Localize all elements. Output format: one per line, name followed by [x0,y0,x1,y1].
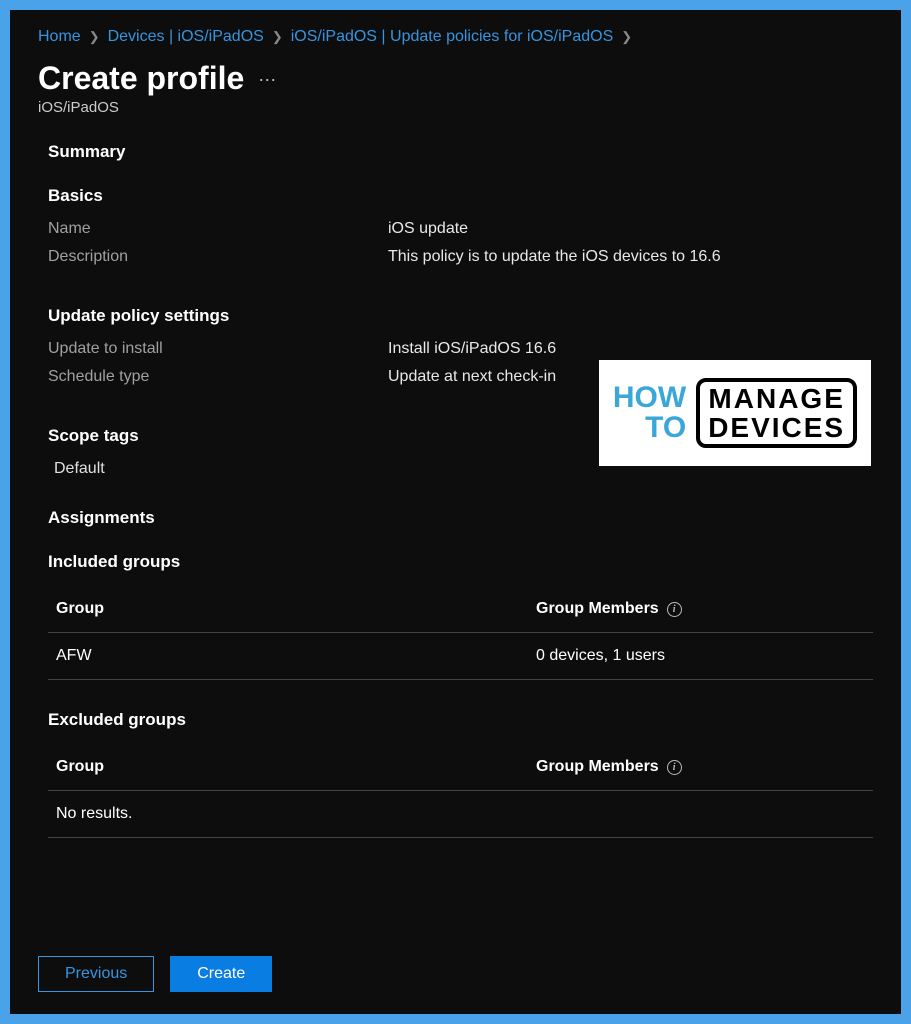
update-install-value: Install iOS/iPadOS 16.6 [388,340,556,358]
excluded-no-results: No results. [56,805,536,823]
table-row: AFW 0 devices, 1 users [48,632,873,680]
watermark-how: HOW [613,383,686,413]
chevron-right-icon: ❯ [272,29,283,45]
basics-desc-value: This policy is to update the iOS devices… [388,248,721,266]
section-basics: Basics [48,186,873,206]
watermark-logo: HOW TO MANAGE DEVICES [599,360,871,466]
info-icon[interactable]: i [667,760,682,775]
basics-name-value: iOS update [388,220,468,238]
breadcrumb-link-home[interactable]: Home [38,28,81,46]
chevron-right-icon: ❯ [621,29,632,45]
more-icon[interactable]: ⋯ [258,70,278,91]
breadcrumb-link-update-policies[interactable]: iOS/iPadOS | Update policies for iOS/iPa… [291,28,614,46]
breadcrumb-link-devices[interactable]: Devices | iOS/iPadOS [108,28,264,46]
excluded-col-group: Group [56,758,536,776]
included-col-members: Group Members [536,600,659,618]
info-icon[interactable]: i [667,602,682,617]
schedule-type-label: Schedule type [48,368,388,386]
previous-button[interactable]: Previous [38,956,154,992]
included-col-group: Group [56,600,536,618]
excluded-col-members: Group Members [536,758,659,776]
breadcrumb: Home ❯ Devices | iOS/iPadOS ❯ iOS/iPadOS… [38,28,873,46]
update-install-label: Update to install [48,340,388,358]
page-subtitle: iOS/iPadOS [38,99,873,116]
page-title: Create profile [38,60,244,97]
section-summary: Summary [48,142,873,162]
basics-desc-label: Description [48,248,388,266]
watermark-devices: DEVICES [708,413,845,442]
included-row-group: AFW [56,647,536,665]
section-update-policy: Update policy settings [48,306,873,326]
table-row: No results. [48,790,873,838]
create-button[interactable]: Create [170,956,272,992]
section-excluded-groups: Excluded groups [48,710,873,730]
chevron-right-icon: ❯ [89,29,100,45]
included-row-members: 0 devices, 1 users [536,647,865,665]
watermark-manage: MANAGE [708,384,845,413]
watermark-to: TO [613,413,686,443]
basics-name-label: Name [48,220,388,238]
section-assignments: Assignments [48,508,873,528]
schedule-type-value: Update at next check-in [388,368,556,386]
section-included-groups: Included groups [48,552,873,572]
